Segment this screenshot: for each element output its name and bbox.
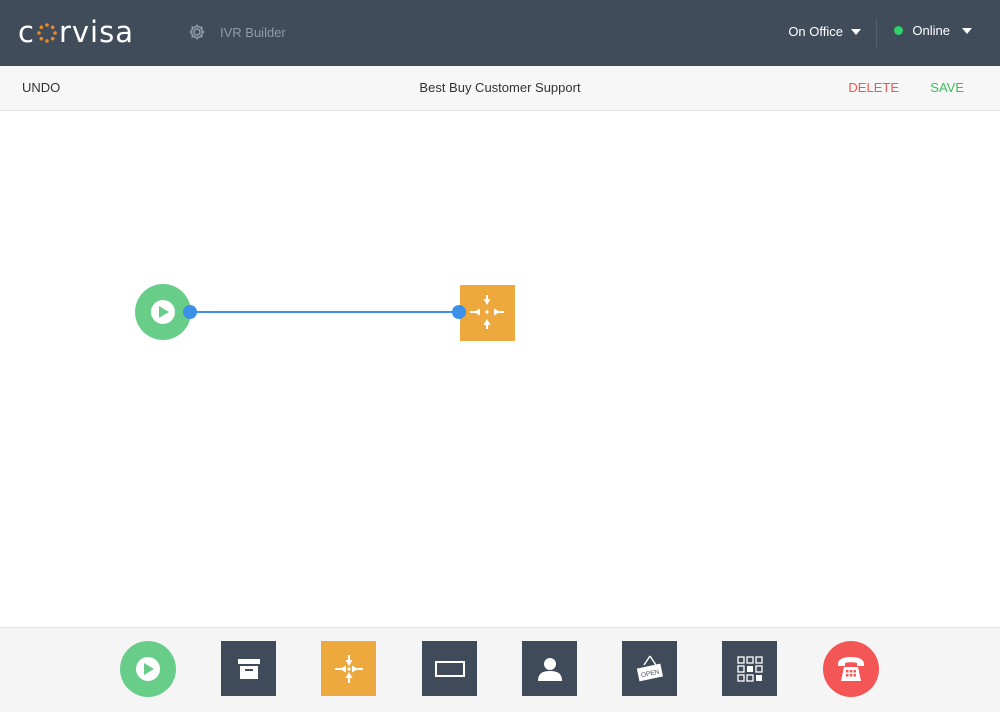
presence-status-label: Online (912, 23, 950, 38)
keypad-grid-icon (736, 655, 763, 682)
divider (876, 19, 877, 47)
save-button[interactable]: SAVE (930, 80, 964, 95)
merge-arrows-icon (334, 654, 363, 683)
palette-archive-tool[interactable] (221, 641, 276, 696)
palette-agent-tool[interactable] (522, 641, 577, 696)
archive-box-icon (237, 658, 260, 679)
phone-icon (838, 657, 864, 681)
chevron-down-icon (851, 28, 861, 35)
nav-ivr-builder[interactable]: IVR Builder (188, 20, 286, 44)
palette-keypad-tool[interactable] (722, 641, 777, 696)
gear-icon (189, 24, 205, 40)
rectangle-icon (434, 660, 465, 677)
palette-hours-tool[interactable]: OPEN (622, 641, 677, 696)
palette-start-tool[interactable] (120, 641, 176, 697)
nav-ivr-builder-label: IVR Builder (220, 24, 286, 40)
node-palette: OPEN (0, 627, 1000, 712)
logo-dots-icon (37, 23, 57, 43)
delete-button[interactable]: DELETE (848, 80, 899, 95)
palette-merge-tool[interactable] (321, 641, 376, 696)
chevron-down-icon (962, 27, 972, 34)
online-status-dot-icon (894, 26, 904, 35)
merge-node-input-port[interactable] (452, 305, 466, 319)
corvisa-logo[interactable]: c rvisa (18, 14, 134, 50)
editor-toolbar: UNDO Best Buy Customer Support DELETE SA… (0, 66, 1000, 111)
flow-graph (135, 284, 515, 341)
play-icon (136, 657, 160, 681)
office-status-dropdown[interactable]: On Office (788, 24, 861, 39)
office-status-label: On Office (788, 24, 843, 39)
start-node-output-port[interactable] (183, 305, 197, 319)
palette-message-tool[interactable] (422, 641, 477, 696)
top-navigation-bar: c rvisa IVR Builder On Office Online (0, 0, 1000, 66)
presence-status-dropdown[interactable]: Online (894, 23, 972, 38)
palette-hangup-tool[interactable] (823, 641, 879, 697)
person-icon (537, 657, 562, 681)
merge-node[interactable] (460, 285, 515, 341)
open-sign-icon: OPEN (636, 655, 663, 681)
flow-canvas[interactable] (0, 111, 1000, 627)
start-node[interactable] (135, 284, 191, 340)
